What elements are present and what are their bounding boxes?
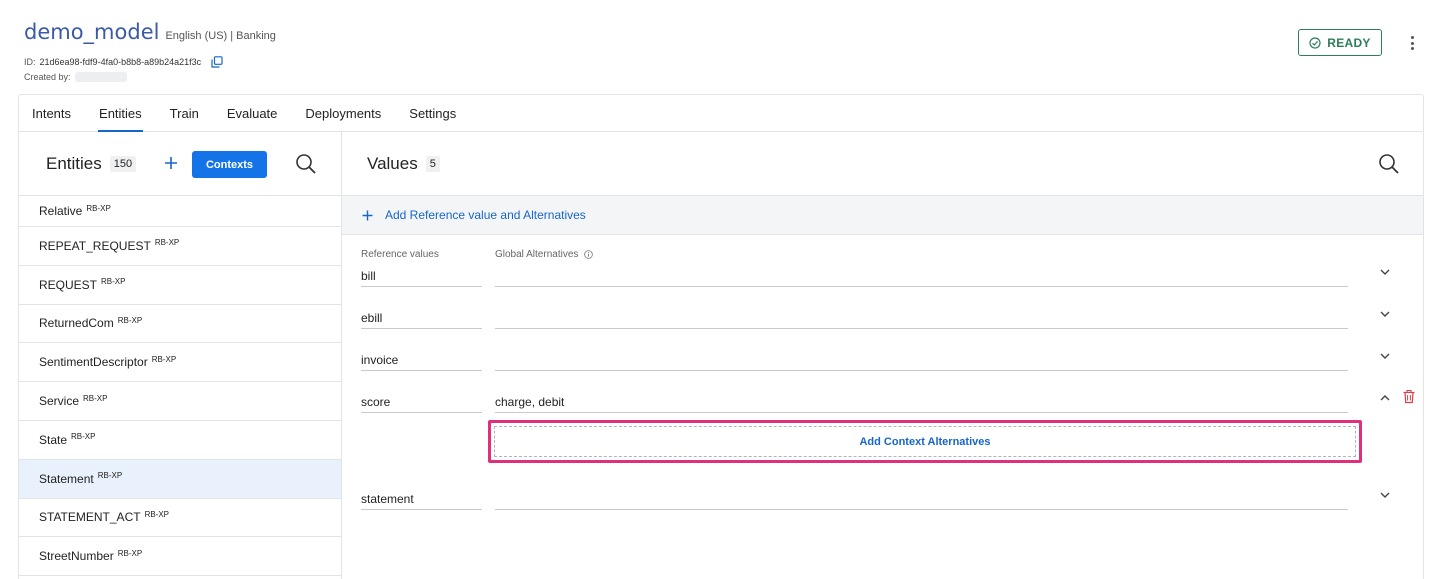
entity-name: Statement (39, 471, 94, 486)
list-item[interactable]: State RB-XP (19, 421, 341, 460)
add-entity-plus-icon[interactable] (164, 156, 178, 170)
entity-name: State (39, 432, 68, 447)
entity-tag: RB-XP (71, 432, 96, 442)
model-id-value: 21d6ea98-fdf9-4fa0-b8b8-a89b24a21f3c (39, 57, 202, 67)
entities-count-badge: 150 (109, 156, 137, 172)
entity-tag: RB-XP (83, 393, 108, 403)
entity-tag: RB-XP (97, 471, 123, 481)
entity-name: Service (39, 394, 80, 409)
reference-value-field[interactable]: invoice (361, 347, 482, 371)
tab-deployments[interactable]: Deployments (305, 95, 381, 132)
entity-name: Relative (39, 204, 83, 218)
search-icon[interactable] (295, 153, 317, 175)
page-header: demo_model English (US) | Banking ID: 21… (0, 0, 1434, 95)
reference-value-field[interactable]: ebill (361, 305, 482, 329)
list-item[interactable]: StreetNumber RB-XP (19, 537, 341, 577)
values-panel: Values 5 Add Reference value and Alterna… (342, 132, 1423, 579)
created-by-value-redacted (74, 72, 127, 82)
model-id-row: ID: 21d6ea98-fdf9-4fa0-b8b8-a89b24a21f3c (24, 56, 223, 68)
model-name: demo_model (24, 20, 160, 44)
entity-name: SentimentDescriptor (39, 355, 148, 370)
tab-settings[interactable]: Settings (409, 95, 456, 132)
values-title: Values 5 (367, 154, 440, 174)
tab-train[interactable]: Train (170, 95, 199, 132)
entities-title-text: Entities (46, 154, 102, 173)
chevron-down-icon[interactable] (1379, 350, 1391, 362)
chevron-down-icon[interactable] (1379, 489, 1391, 501)
entities-panel: Entities 150 Contexts Relative RB-XP REPE… (19, 132, 342, 579)
value-row: statement (361, 486, 1411, 510)
values-count-badge: 5 (425, 156, 440, 172)
list-item[interactable]: STATEMENT_ACT RB-XP (19, 499, 341, 538)
entity-name: REQUEST (39, 277, 98, 292)
entity-name: STATEMENT_ACT (39, 510, 141, 525)
chevron-down-icon[interactable] (1379, 308, 1391, 320)
list-item-selected[interactable]: Statement RB-XP (19, 459, 341, 499)
trash-icon[interactable] (1402, 389, 1416, 404)
global-alternatives-field[interactable] (495, 347, 1348, 371)
tab-evaluate[interactable]: Evaluate (227, 95, 278, 132)
value-row: ebill (361, 305, 1411, 329)
status-ready-button[interactable]: READY (1298, 29, 1382, 56)
entity-name: REPEAT_REQUEST (39, 238, 151, 253)
created-by-row: Created by: (24, 72, 127, 82)
entities-panel-header: Entities 150 Contexts (19, 132, 341, 196)
value-row: bill (361, 263, 1411, 287)
entity-tag: RB-XP (154, 238, 180, 248)
entity-tag: RB-XP (86, 203, 111, 213)
global-alternatives-field[interactable]: charge, debit (495, 389, 1348, 413)
entity-tag: RB-XP (144, 509, 170, 519)
main-card: Intents Entities Train Evaluate Deployme… (18, 94, 1424, 579)
list-item[interactable]: SentimentDescriptor RB-XP (19, 343, 341, 383)
title-row: demo_model English (US) | Banking (24, 20, 276, 44)
entities-title: Entities 150 (46, 154, 137, 174)
values-title-text: Values (367, 154, 418, 173)
reference-value-field[interactable]: statement (361, 486, 482, 510)
entity-name: ReturnedCom (39, 316, 114, 331)
tab-bar: Intents Entities Train Evaluate Deployme… (19, 95, 1423, 132)
copy-icon[interactable] (211, 56, 223, 68)
more-options-icon[interactable] (1406, 34, 1418, 52)
chevron-down-icon[interactable] (1379, 266, 1391, 278)
list-item[interactable]: REPEAT_REQUEST RB-XP (19, 227, 341, 266)
chevron-up-icon[interactable] (1379, 392, 1391, 404)
tab-entities[interactable]: Entities (98, 95, 143, 132)
list-item[interactable]: Service RB-XP (19, 382, 341, 421)
status-label: READY (1327, 35, 1371, 50)
entity-tag: RB-XP (101, 277, 126, 287)
list-item[interactable]: ReturnedCom RB-XP (19, 305, 341, 344)
list-item[interactable]: REQUEST RB-XP (19, 266, 341, 305)
add-reference-value-button[interactable]: Add Reference value and Alternatives (342, 196, 1423, 235)
entity-name: StreetNumber (39, 549, 114, 564)
search-icon[interactable] (1378, 153, 1400, 175)
highlight-box: Add Context Alternatives (488, 420, 1362, 463)
model-id-label: ID: (24, 57, 36, 67)
value-row: invoice (361, 347, 1411, 371)
check-circle-icon (1309, 36, 1321, 49)
plus-icon (362, 210, 373, 220)
col-global-alternatives-text: Global Alternatives (495, 249, 579, 260)
reference-value-field[interactable]: bill (361, 263, 482, 287)
col-reference-values: Reference values (361, 249, 439, 260)
tab-intents[interactable]: Intents (32, 95, 71, 132)
values-panel-header: Values 5 (342, 132, 1423, 196)
entity-tag: RB-XP (117, 315, 143, 325)
info-icon[interactable] (584, 250, 594, 259)
created-by-label: Created by: (24, 72, 71, 82)
entity-tag: RB-XP (151, 354, 177, 364)
value-row-expanded: score charge, debit (361, 389, 1415, 413)
contexts-button[interactable]: Contexts (192, 151, 267, 178)
col-global-alternatives: Global Alternatives (495, 249, 594, 260)
global-alternatives-field[interactable] (495, 263, 1348, 287)
global-alternatives-field[interactable] (495, 305, 1348, 329)
add-context-alternatives-button[interactable]: Add Context Alternatives (494, 426, 1356, 457)
global-alternatives-field[interactable] (495, 486, 1348, 510)
list-item[interactable]: Relative RB-XP (19, 196, 341, 227)
model-meta: English (US) | Banking (165, 30, 276, 42)
reference-value-field[interactable]: score (361, 389, 482, 413)
add-reference-label: Add Reference value and Alternatives (385, 208, 586, 222)
entity-tag: RB-XP (117, 548, 143, 558)
entity-list: Relative RB-XP REPEAT_REQUEST RB-XP REQUES… (19, 196, 341, 577)
